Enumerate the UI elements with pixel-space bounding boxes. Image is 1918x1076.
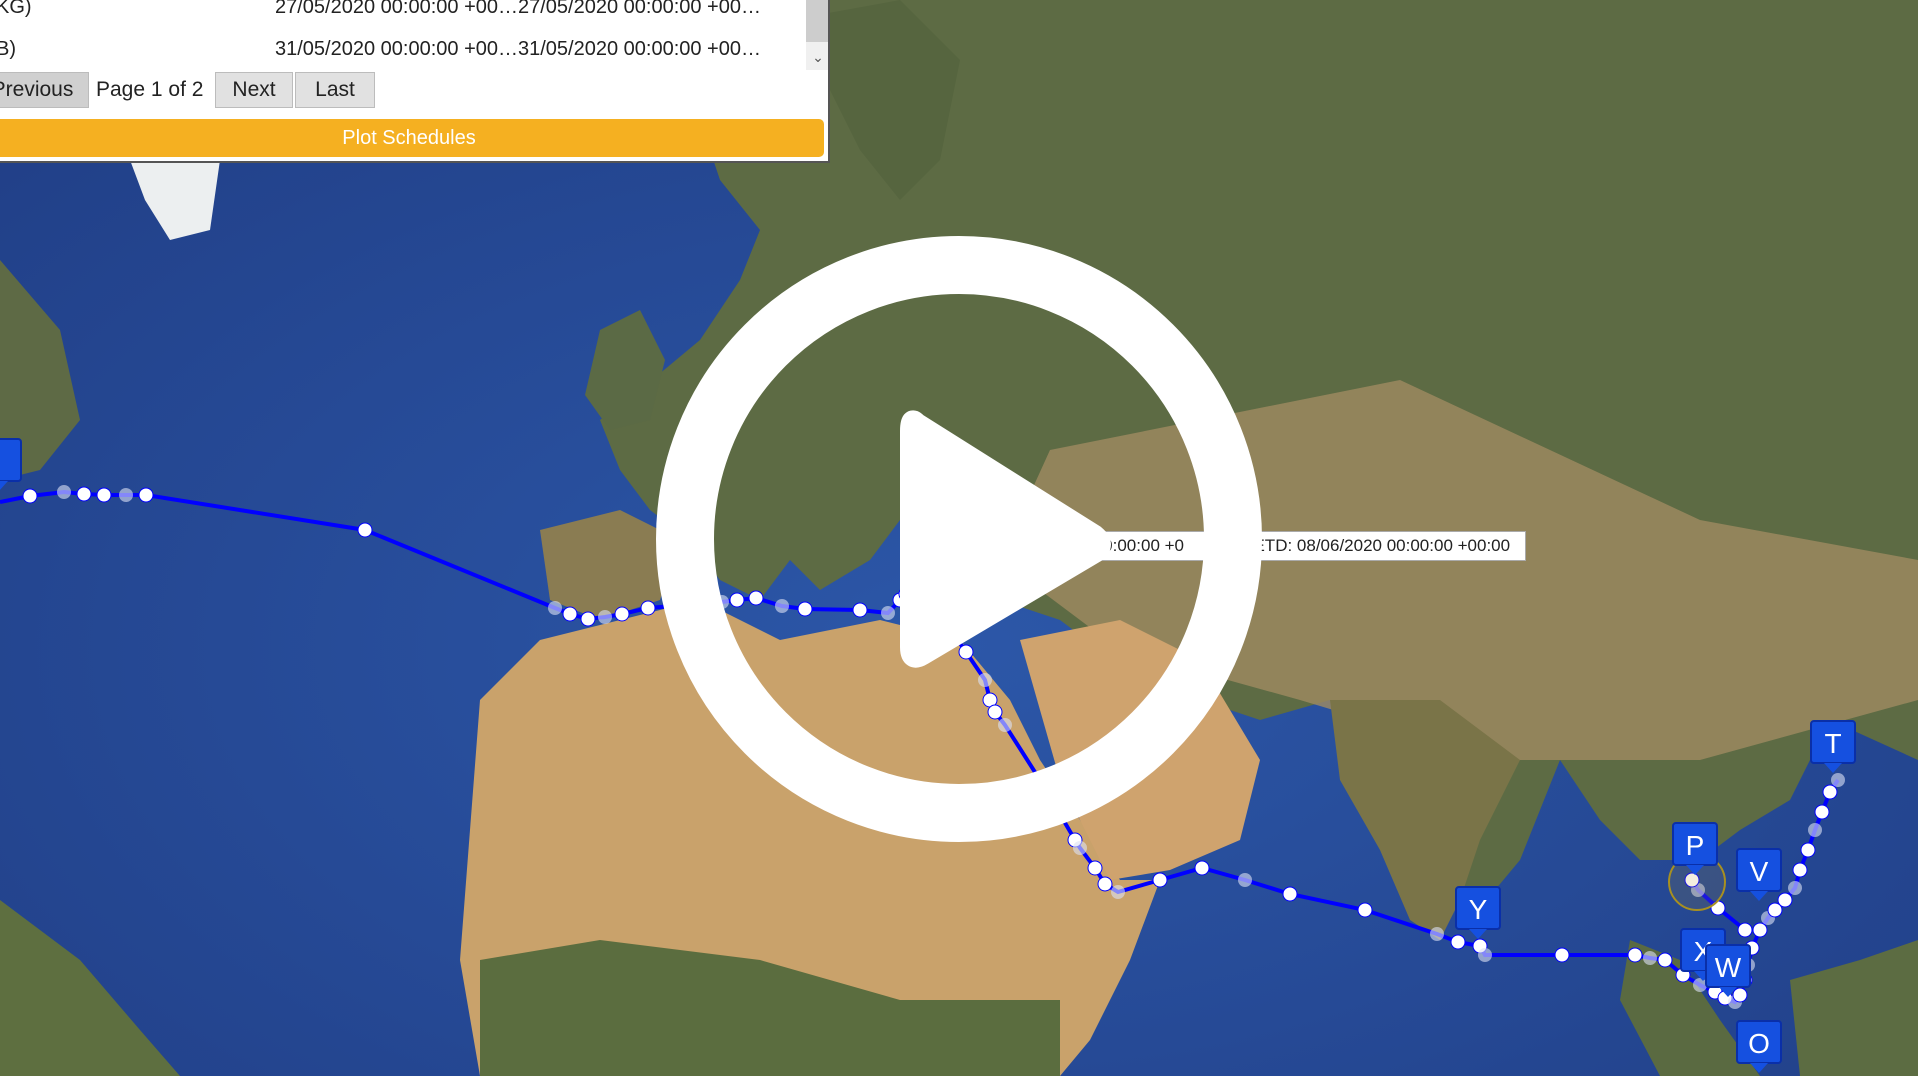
route-waypoint[interactable]: [1554, 947, 1570, 963]
port-marker-v[interactable]: V: [1736, 848, 1782, 901]
route-waypoint[interactable]: [1788, 881, 1802, 895]
route-waypoint[interactable]: [562, 606, 578, 622]
route-waypoint[interactable]: [1478, 948, 1492, 962]
route-waypoint[interactable]: [1737, 922, 1753, 938]
next-button[interactable]: Next: [215, 72, 293, 108]
route-waypoint[interactable]: [614, 606, 630, 622]
eta-etd-cell: 27/05/2020 00:00:00 +00…27/05/2020 00:00…: [275, 0, 761, 18]
route-waypoint[interactable]: [96, 487, 112, 503]
eta-etd-cell: 31/05/2020 00:00:00 +00…31/05/2020 00:00…: [275, 38, 761, 60]
route-waypoint[interactable]: [598, 610, 612, 624]
route-waypoint[interactable]: [76, 486, 92, 502]
previous-button[interactable]: Previous: [0, 72, 89, 108]
port-marker-p[interactable]: P: [1672, 822, 1718, 875]
port-marker-w[interactable]: W: [1705, 944, 1751, 997]
route-waypoint[interactable]: [640, 600, 656, 616]
route-waypoint[interactable]: [1808, 823, 1822, 837]
route-waypoint[interactable]: [1831, 773, 1845, 787]
port-marker-t[interactable]: T: [1810, 720, 1856, 773]
route-waypoint[interactable]: [1643, 951, 1657, 965]
route-waypoint[interactable]: [22, 488, 38, 504]
schedule-panel: KG) 27/05/2020 00:00:00 +00…27/05/2020 0…: [0, 0, 830, 163]
port-marker-o[interactable]: O: [1736, 1020, 1782, 1073]
route-waypoint[interactable]: [1792, 862, 1808, 878]
route-waypoint[interactable]: [1282, 886, 1298, 902]
route-waypoint[interactable]: [357, 522, 373, 538]
scroll-down-icon[interactable]: ⌄: [806, 46, 828, 68]
route-waypoint[interactable]: [1450, 934, 1466, 950]
route-waypoint[interactable]: [1430, 927, 1444, 941]
route-waypoint[interactable]: [119, 488, 133, 502]
port-cell: KG): [0, 0, 32, 18]
port-marker-y[interactable]: Y: [1455, 886, 1501, 939]
table-scrollbar[interactable]: ⌄: [806, 0, 828, 70]
route-waypoint[interactable]: [1111, 885, 1125, 899]
route-waypoint[interactable]: [1814, 804, 1830, 820]
port-marker-partial-west[interactable]: [0, 438, 22, 491]
route-waypoint[interactable]: [1657, 952, 1673, 968]
play-icon[interactable]: [655, 235, 1263, 843]
scrollbar-thumb[interactable]: [806, 0, 828, 42]
route-waypoint[interactable]: [1238, 873, 1252, 887]
plot-schedules-button[interactable]: Plot Schedules: [0, 119, 824, 157]
page-info: Page 1 of 2: [96, 78, 204, 101]
route-waypoint[interactable]: [57, 485, 71, 499]
route-waypoint[interactable]: [1800, 842, 1816, 858]
route-waypoint[interactable]: [1752, 922, 1768, 938]
route-waypoint[interactable]: [1357, 902, 1373, 918]
route-waypoint[interactable]: [1194, 860, 1210, 876]
route-waypoint[interactable]: [1627, 947, 1643, 963]
port-cell: B): [0, 38, 16, 60]
route-waypoint[interactable]: [548, 601, 562, 615]
route-waypoint[interactable]: [1152, 872, 1168, 888]
route-waypoint[interactable]: [1073, 841, 1087, 855]
route-waypoint[interactable]: [1777, 892, 1793, 908]
last-button[interactable]: Last: [295, 72, 375, 108]
route-waypoint[interactable]: [138, 487, 154, 503]
tooltip-etd-text: ETD: 08/06/2020 00:00:00 +00:00: [1253, 536, 1511, 555]
route-waypoint[interactable]: [1822, 784, 1838, 800]
route-waypoint[interactable]: [1097, 876, 1113, 892]
route-waypoint[interactable]: [1087, 860, 1103, 876]
route-waypoint[interactable]: [580, 611, 596, 627]
